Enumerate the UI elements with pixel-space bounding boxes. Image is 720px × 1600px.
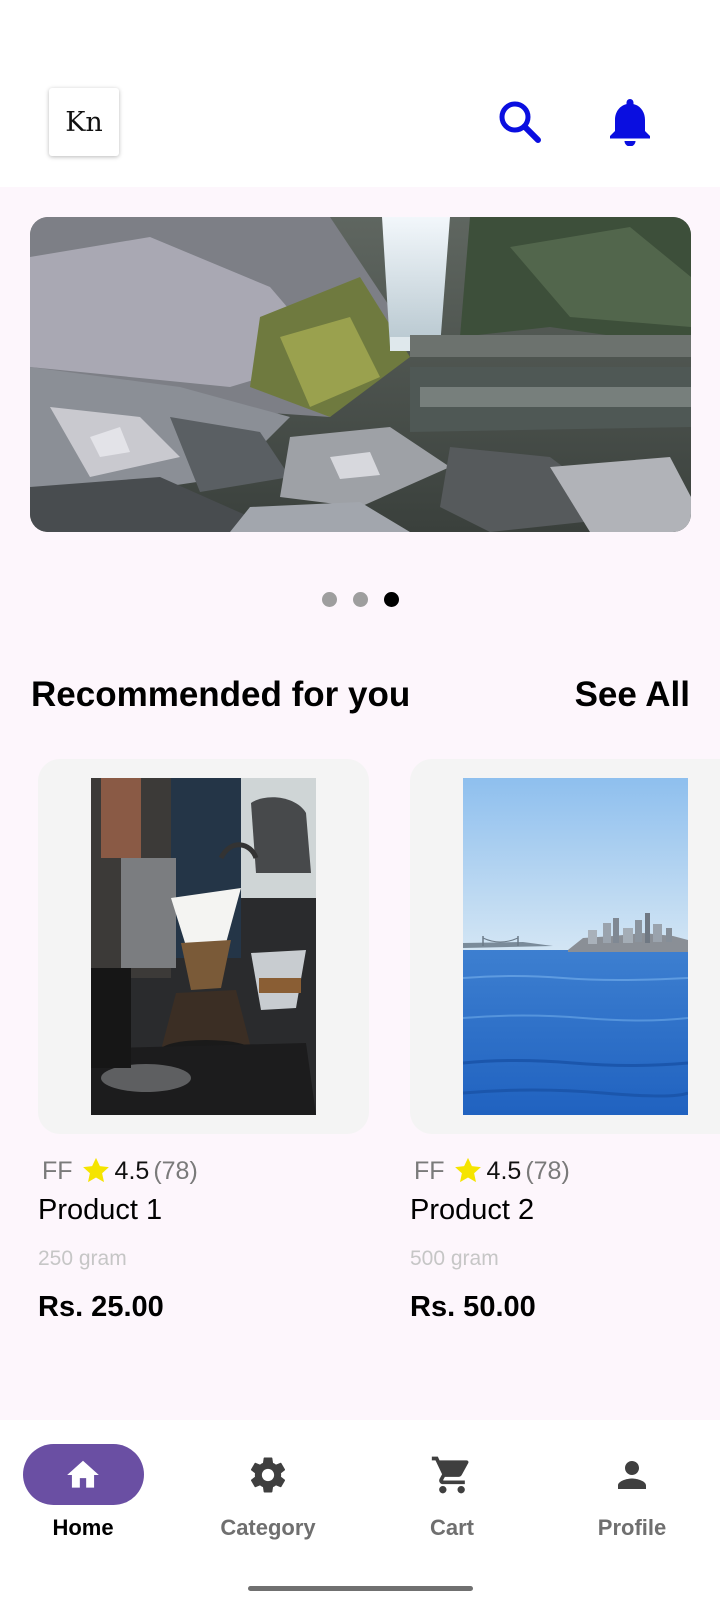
bell-icon	[610, 99, 650, 146]
see-all-link[interactable]: See All	[575, 675, 690, 715]
brand-label: FF	[414, 1156, 445, 1185]
person-icon	[618, 1460, 646, 1489]
carousel-indicator	[0, 592, 720, 607]
home-indicator[interactable]	[248, 1586, 473, 1591]
product-image-container	[410, 759, 720, 1134]
star-icon	[453, 1156, 483, 1186]
bottom-navigation: Home Category Cart Profile	[0, 1420, 720, 1600]
rating-value: 4.5	[486, 1156, 522, 1185]
app-logo[interactable]: Kn	[49, 88, 119, 156]
product-name: Product 2	[410, 1194, 535, 1226]
app-header: Kn	[0, 0, 720, 187]
review-count: (78)	[153, 1156, 198, 1185]
product-price: Rs. 50.00	[410, 1291, 536, 1323]
carousel-dot[interactable]	[321, 592, 337, 607]
product-weight: 500 gram	[410, 1247, 499, 1270]
rating-row: FF 4.5 (78)	[42, 1156, 369, 1186]
carousel-dot[interactable]	[352, 592, 368, 607]
notification-button[interactable]	[602, 94, 658, 150]
product-price: Rs. 25.00	[38, 1291, 164, 1323]
gear-icon	[250, 1457, 286, 1492]
product-image-container	[38, 759, 369, 1134]
coffee-image	[91, 778, 316, 1115]
search-button[interactable]	[492, 94, 548, 150]
home-content[interactable]: Recommended for you See All FF 4.5 (78) …	[0, 187, 720, 1420]
sea-image	[463, 778, 688, 1115]
nav-item-cart[interactable]: Cart	[362, 1444, 542, 1541]
section-title: Recommended for you	[31, 675, 411, 714]
carousel-banner[interactable]	[30, 217, 691, 532]
star-icon	[81, 1156, 111, 1186]
search-icon	[499, 101, 541, 143]
rating-value: 4.5	[114, 1156, 150, 1185]
cart-icon	[431, 1456, 469, 1493]
nav-label-category: Category	[220, 1515, 316, 1540]
rating-row: FF 4.5 (78)	[414, 1156, 720, 1186]
carousel-dot-active[interactable]	[383, 592, 399, 607]
nav-label-home: Home	[52, 1515, 114, 1540]
nav-label-cart: Cart	[429, 1515, 474, 1540]
product-name: Product 1	[38, 1194, 163, 1226]
nav-item-profile[interactable]: Profile	[542, 1444, 720, 1541]
product-weight: 250 gram	[38, 1247, 127, 1270]
home-icon	[67, 1460, 99, 1488]
product-card[interactable]: FF 4.5 (78) Product 1 250 gram Rs. 25.00	[38, 759, 369, 1324]
waterfall-image	[30, 217, 691, 532]
product-card[interactable]: FF 4.5 (78) Product 2 500 gram Rs. 50.00	[410, 759, 720, 1324]
brand-label: FF	[42, 1156, 73, 1185]
nav-item-home[interactable]: Home	[0, 1444, 173, 1541]
nav-label-profile: Profile	[597, 1515, 667, 1540]
nav-item-category[interactable]: Category	[178, 1444, 358, 1541]
review-count: (78)	[525, 1156, 570, 1185]
